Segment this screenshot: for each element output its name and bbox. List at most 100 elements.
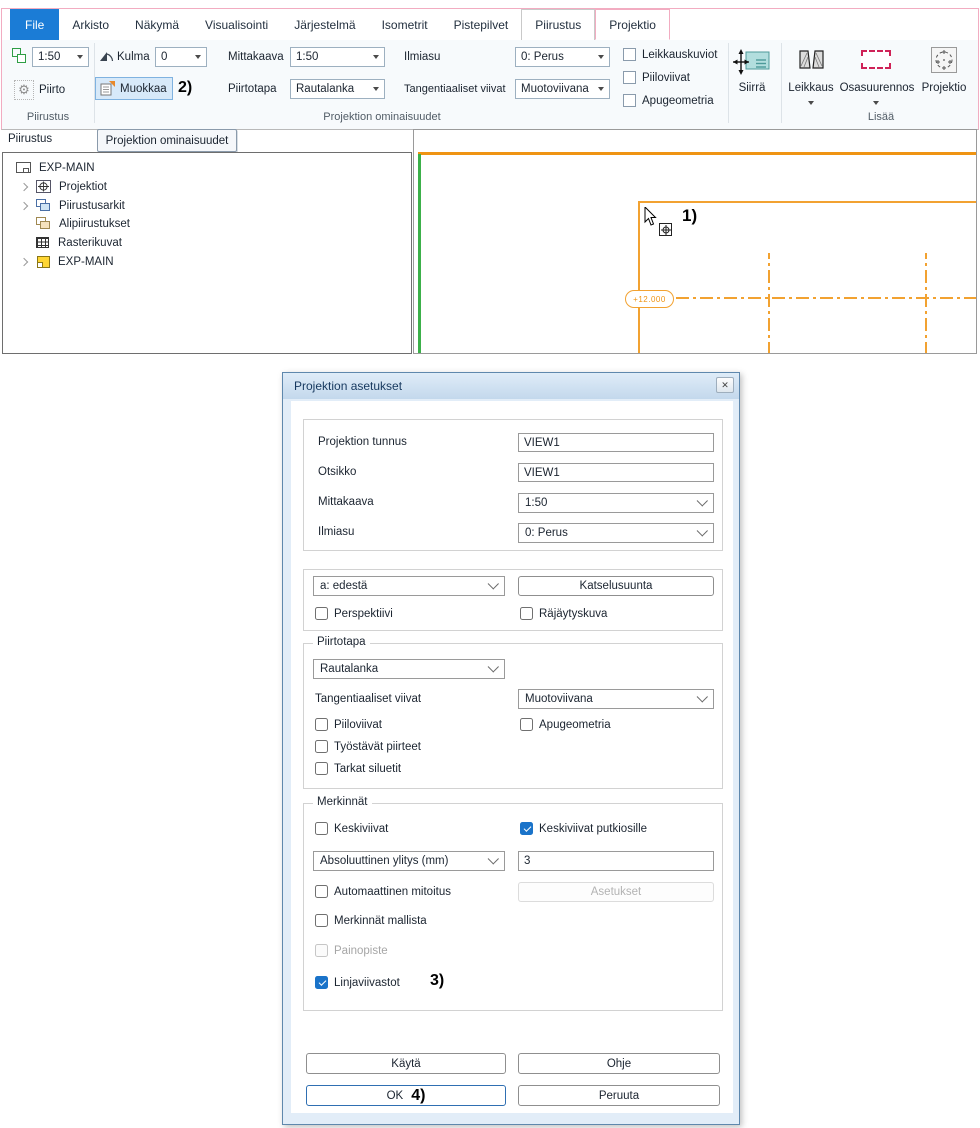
automaattinen-mitoitus-checkbox[interactable]: Automaattinen mitoitus (315, 885, 451, 898)
kulma-label: Kulma (117, 51, 150, 63)
scale-icon (12, 48, 28, 64)
checkbox-box (315, 976, 328, 989)
checkbox-box (520, 607, 533, 620)
checkbox-box (315, 762, 328, 775)
tree-item-label: Piirustusarkit (59, 200, 125, 212)
ilmiasu-combo[interactable]: 0: Perus (515, 47, 610, 67)
subdrawings-icon (36, 217, 51, 230)
projektio-button[interactable]: Projektio (914, 82, 974, 94)
peruuta-button[interactable]: Peruuta (518, 1085, 720, 1106)
centerline-vertical-1 (768, 253, 770, 354)
kayta-button[interactable]: Käytä (306, 1053, 506, 1074)
projektion-tunnus-label: Projektion tunnus (318, 436, 407, 448)
tab-arkisto[interactable]: Arkisto (59, 9, 122, 40)
panel-tab-projektion-ominaisuudet[interactable]: Projektion ominaisuudet (97, 129, 237, 152)
leikkaus-button[interactable]: Leikkaus (783, 82, 839, 94)
siirra-button[interactable]: Siirrä (724, 82, 780, 94)
sheet-border-left (418, 154, 421, 354)
ylitys-mm-input[interactable]: 3 (518, 851, 714, 871)
ylitys-value: Absoluuttinen ylitys (mm) (320, 855, 448, 867)
ribbon-body: 1:50 ⚙ Piirto Piirustus Kulma 0 (2, 40, 978, 129)
kulma-value: 0 (161, 51, 167, 63)
piirto-button[interactable]: ⚙ Piirto (10, 78, 69, 102)
tree-item-projektiot[interactable]: Projektiot (21, 178, 107, 195)
linjaviivastot-checkbox[interactable]: Linjaviivastot (315, 976, 400, 989)
checkbox-label: Linjaviivastot (334, 977, 400, 989)
view-direction-select[interactable]: a: edestä (313, 576, 505, 596)
chevron-down-icon[interactable] (873, 101, 879, 105)
keskiviivat-putkiosille-checkbox[interactable]: Keskiviivat putkiosille (520, 822, 647, 835)
kulma-combo[interactable]: 0 (155, 47, 207, 67)
close-icon[interactable]: ✕ (716, 377, 734, 393)
perspektiivi-checkbox[interactable]: Perspektiivi (315, 607, 393, 620)
checkbox-box (520, 718, 533, 731)
muokkaa-button[interactable]: Muokkaa (95, 77, 173, 100)
tangent-viivat-select[interactable]: Muotoviivana (518, 689, 714, 709)
rajaytyskuva-checkbox[interactable]: Räjäytyskuva (520, 607, 607, 620)
tree-item-alipiirustukset[interactable]: Alipiirustukset (36, 215, 130, 232)
tab-projektio[interactable]: Projektio (595, 9, 670, 40)
merkinnat-legend: Merkinnät (313, 796, 372, 808)
tab-jarjestelma[interactable]: Järjestelmä (281, 9, 368, 40)
step-3-annotation: 3) (430, 972, 444, 990)
drawing-canvas[interactable]: +12.000 1) (413, 129, 977, 354)
centerline-horizontal (676, 297, 977, 299)
tree-item-exp-main-model[interactable]: EXP-MAIN (21, 253, 114, 270)
piirtotapa-select[interactable]: Rautalanka (313, 659, 505, 679)
panel-title: Piirustus (8, 133, 52, 145)
chevron-down-icon (697, 525, 708, 536)
tab-pistepilvet[interactable]: Pistepilvet (441, 9, 522, 40)
mittakaava-label: Mittakaava (228, 51, 284, 63)
keskiviivat-checkbox[interactable]: Keskiviivat (315, 822, 388, 835)
tangent-viivat-combo[interactable]: Muotoviivana (515, 79, 610, 99)
expand-chevron-icon[interactable] (20, 182, 28, 190)
ilmiasu-label: Ilmiasu (318, 526, 354, 538)
katselusuunta-button[interactable]: Katselusuunta (518, 576, 714, 596)
tab-visualisointi[interactable]: Visualisointi (192, 9, 281, 40)
tyostavat-piirteet-checkbox[interactable]: Työstävät piirteet (315, 740, 421, 753)
tree-item-rasterikuvat[interactable]: Rasterikuvat (36, 234, 122, 251)
detail-view-icon (861, 50, 891, 69)
ohje-button[interactable]: Ohje (518, 1053, 720, 1074)
apugeometria-checkbox[interactable]: Apugeometria (623, 94, 714, 107)
chevron-down-icon[interactable] (808, 101, 814, 105)
projektion-tunnus-input[interactable]: VIEW1 (518, 433, 714, 452)
checkbox-box (315, 944, 328, 957)
dialog-titlebar[interactable]: Projektion asetukset ✕ (283, 373, 739, 399)
tree-item-label: Alipiirustukset (59, 218, 130, 230)
ilmiasu-select[interactable]: 0: Perus (518, 523, 714, 543)
tangent-viivat-label: Tangentiaaliset viivat (315, 693, 421, 705)
crosshair-badge-icon (659, 223, 672, 236)
move-icon[interactable] (733, 48, 773, 75)
tree-item-piirustusarkit[interactable]: Piirustusarkit (21, 197, 125, 214)
ok-button[interactable]: OK 4) (306, 1085, 506, 1106)
piiloviivat-checkbox[interactable]: Piiloviivat (623, 71, 690, 84)
drawing-scale-combo[interactable]: 1:50 (32, 47, 89, 67)
merkinnat-mallista-checkbox[interactable]: Merkinnät mallista (315, 914, 427, 927)
checkbox-box (315, 822, 328, 835)
chevron-down-icon (488, 578, 499, 589)
tab-nakyma[interactable]: Näkymä (122, 9, 192, 40)
otsikko-input[interactable]: VIEW1 (518, 463, 714, 482)
tab-isometrit[interactable]: Isometrit (369, 9, 441, 40)
tab-file[interactable]: File (10, 9, 59, 40)
apugeometria-checkbox[interactable]: Apugeometria (520, 718, 611, 731)
ylitys-select[interactable]: Absoluuttinen ylitys (mm) (313, 851, 505, 871)
drawing-icon (16, 162, 31, 173)
mittakaava-select[interactable]: 1:50 (518, 493, 714, 513)
mouse-cursor-icon (644, 207, 658, 227)
piiloviivat-checkbox[interactable]: Piiloviivat (315, 718, 382, 731)
chevron-down-icon (195, 55, 201, 59)
tree-item-exp-main[interactable]: EXP-MAIN (16, 159, 95, 176)
osasuurennos-button[interactable]: Osasuurennos (838, 82, 916, 94)
tab-piirustus[interactable]: Piirustus (521, 9, 595, 40)
mittakaava-label: Mittakaava (318, 496, 374, 508)
piirtotapa-combo[interactable]: Rautalanka (290, 79, 385, 99)
tangent-viivat-value: Muotoviivana (521, 83, 589, 95)
tarkat-siluetit-checkbox[interactable]: Tarkat siluetit (315, 762, 401, 775)
expand-chevron-icon[interactable] (20, 257, 28, 265)
leikkauskuviot-checkbox[interactable]: Leikkauskuviot (623, 48, 717, 61)
asetukset-button: Asetukset (518, 882, 714, 902)
mittakaava-combo[interactable]: 1:50 (290, 47, 385, 67)
expand-chevron-icon[interactable] (20, 201, 28, 209)
